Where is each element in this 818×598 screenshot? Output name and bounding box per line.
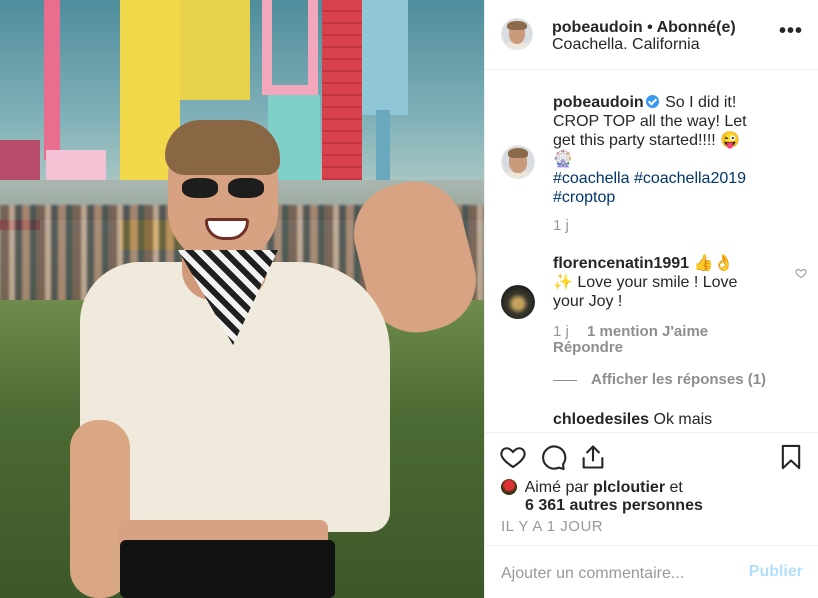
sunglasses (182, 178, 264, 198)
caption: pobeaudoin So I did it! CROP TOP all the… (553, 93, 809, 207)
liker-username[interactable]: plcloutier (593, 479, 665, 496)
likes-prefix: Aimé par (524, 479, 589, 496)
view-replies-label: Afficher les réponses (1) (591, 371, 767, 388)
reply-button[interactable]: Répondre (553, 339, 623, 356)
like-heart-icon[interactable] (795, 267, 807, 279)
heart-icon[interactable] (499, 443, 527, 471)
likes-connector: et (669, 479, 683, 496)
add-comment-bar: Publier (485, 545, 818, 598)
comments-list[interactable]: pobeaudoin So I did it! CROP TOP all the… (485, 71, 818, 431)
caption-emoji: 🎡 (553, 151, 573, 168)
caption-text-1: So I did it! (665, 94, 737, 111)
art-installation-pink (44, 0, 60, 160)
comment-username[interactable]: chloedesiles (553, 411, 649, 428)
more-options-icon[interactable]: ••• (779, 20, 803, 43)
follow-status[interactable]: Abonné(e) (657, 19, 736, 36)
comment-text-3: your Joy ! (553, 293, 623, 310)
post-side-panel: pobeaudoin • Abonné(e) Coachella. Califo… (484, 0, 818, 598)
reply-label: Répondre (553, 339, 624, 356)
share-icon[interactable] (579, 443, 607, 471)
comment-text-2: ✨ Love your smile ! Love (553, 274, 738, 291)
separator-dot: • (647, 19, 653, 36)
comment-text-1: 👍👌 (693, 255, 734, 272)
bookmark-icon[interactable] (777, 443, 805, 471)
commenter-avatar[interactable] (501, 285, 535, 319)
comment-text: Ok mais (653, 411, 713, 428)
caption-text-3: get this party started!!!! 😜 (553, 132, 741, 149)
comment: chloedesiles Ok mais (553, 411, 712, 429)
publish-button[interactable]: Publier (749, 563, 803, 581)
post-photo[interactable] (0, 0, 484, 598)
verified-badge-icon (645, 95, 659, 108)
author-username[interactable]: pobeaudoin (552, 19, 643, 36)
caption-text-2: CROP TOP all the way! Let (553, 113, 747, 130)
pants (120, 540, 335, 598)
comment-age[interactable]: 1 j (553, 323, 569, 340)
caption-hashtags-2[interactable]: #croptop (553, 189, 615, 206)
art-installation-pink-frame (262, 0, 318, 95)
caption-age[interactable]: 1 j (553, 217, 569, 234)
hair (165, 120, 280, 175)
art-installation-blue (362, 0, 408, 115)
comment-username[interactable]: florencenatin1991 (553, 255, 689, 272)
instagram-post: pobeaudoin • Abonné(e) Coachella. Califo… (0, 0, 818, 598)
likes-summary: Aimé par plcloutier et (501, 478, 683, 497)
liker-avatar[interactable] (501, 479, 517, 495)
comment-input[interactable] (501, 563, 731, 585)
art-installation-red-tower (322, 0, 362, 210)
action-bar (485, 432, 818, 478)
comment-meta: 1 j 1 mention J'aime (553, 323, 708, 340)
comment-icon[interactable] (539, 443, 567, 471)
author-avatar[interactable] (501, 18, 533, 50)
caption-username[interactable]: pobeaudoin (553, 94, 644, 111)
art-installation-yellow-bar (180, 0, 250, 100)
post-header: pobeaudoin • Abonné(e) Coachella. Califo… (485, 0, 818, 70)
caption-avatar[interactable] (501, 145, 535, 179)
comment: florencenatin1991 👍👌 ✨ Love your smile !… (553, 254, 809, 311)
comment-likes[interactable]: 1 mention J'aime (587, 323, 708, 340)
author-header-line: pobeaudoin • Abonné(e) (552, 19, 736, 37)
post-location[interactable]: Coachella. California (552, 36, 700, 54)
view-replies-button[interactable]: Afficher les réponses (1) (553, 371, 766, 388)
post-timestamp[interactable]: IL Y A 1 JOUR (501, 518, 603, 535)
caption-hashtags-1[interactable]: #coachella #coachella2019 (553, 170, 746, 187)
likes-count-button[interactable]: 6 361 autres personnes (525, 497, 703, 515)
